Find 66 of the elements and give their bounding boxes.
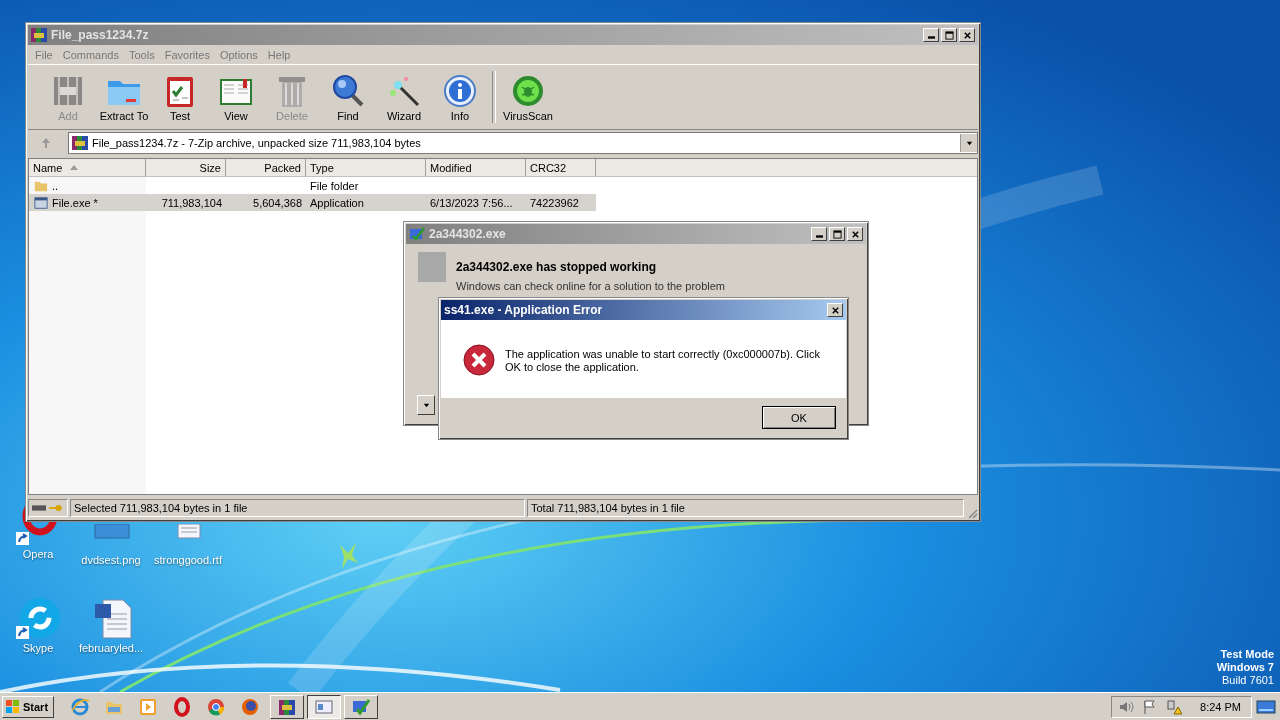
table-cell: File folder	[310, 179, 359, 192]
window-title: ss41.exe - Application Error	[444, 303, 604, 317]
close-icon	[850, 229, 860, 239]
build-info-text: Test Mode	[1220, 648, 1274, 661]
chrome-icon[interactable]	[206, 696, 226, 717]
table-cell: 711,983,104	[161, 196, 222, 209]
minimize-icon	[815, 235, 823, 238]
column-header[interactable]: Size	[146, 159, 226, 176]
table-cell: 5,604,368	[253, 196, 302, 209]
app-icon	[409, 226, 425, 242]
close-icon	[962, 30, 972, 40]
network-warning-icon[interactable]	[1166, 698, 1183, 715]
build-info-text: Windows 7	[1216, 661, 1274, 674]
window-title: File_pass1234.7z	[51, 28, 150, 42]
info-button[interactable]: Info	[432, 72, 488, 122]
window-title: 2a344302.exe	[429, 227, 507, 241]
sort-arrow-icon	[70, 164, 79, 171]
application-file-icon	[33, 195, 49, 210]
table-cell: 74223962	[530, 196, 579, 209]
error-message: The application was unable to start correctly (0xc000007b). Click OK to close the application.	[505, 347, 821, 375]
show-desktop-icon[interactable]	[1256, 698, 1276, 715]
table-cell: Application	[310, 196, 364, 209]
close-icon	[830, 305, 840, 315]
column-header[interactable]: Packed	[226, 159, 306, 176]
opera-icon[interactable]	[172, 696, 192, 717]
table-cell[interactable]: File.exe *	[52, 196, 98, 209]
status-text: Selected 711,983,104 bytes in 1 file	[70, 499, 525, 517]
test-button[interactable]: Test	[152, 72, 208, 122]
info-icon	[442, 72, 478, 109]
wizard-button[interactable]: Wizard	[376, 72, 432, 122]
archive-app-icon	[31, 27, 47, 43]
close-button[interactable]	[827, 303, 843, 317]
maximize-icon	[944, 30, 954, 40]
column-header[interactable]: Name	[29, 159, 146, 176]
table-cell: 6/13/2023 7:56...	[430, 196, 513, 209]
extract-button[interactable]: Extract To	[96, 72, 152, 122]
skype-icon[interactable]	[16, 596, 60, 640]
status-text: Total 711,983,104 bytes in 1 file	[527, 499, 964, 517]
wallpaper-emblem-icon	[340, 543, 358, 569]
dialog-message: Windows can check online for a solution to the problem	[456, 280, 726, 292]
view-button[interactable]: View	[208, 72, 264, 122]
virusscan-button[interactable]: VirusScan	[500, 72, 556, 122]
resize-grip-icon[interactable]	[966, 507, 978, 519]
archive-icon	[72, 135, 88, 151]
drive-icon	[32, 504, 46, 512]
column-header[interactable]: Type	[306, 159, 426, 176]
details-toggle-button[interactable]	[417, 395, 435, 415]
error-icon	[463, 344, 495, 376]
windows-logo-icon	[5, 698, 21, 715]
column-header[interactable]: CRC32	[526, 159, 596, 176]
column-header[interactable]: Modified	[426, 159, 526, 176]
taskbar-window-button[interactable]	[307, 694, 341, 719]
key-icon	[49, 504, 63, 512]
program-icon	[418, 252, 446, 282]
address-field[interactable]: File_pass1234.7z - 7-Zip archive, unpacked size 711,983,104 bytes	[68, 132, 978, 154]
start-button[interactable]: Start	[2, 695, 54, 718]
table-cell[interactable]: ..	[52, 179, 59, 192]
dialog-heading: 2a344302.exe has stopped working	[456, 260, 658, 274]
clock[interactable]: 8:24 PM	[1200, 700, 1241, 713]
maximize-icon	[832, 229, 842, 239]
firefox-icon[interactable]	[240, 696, 260, 717]
minimize-icon	[927, 36, 935, 39]
build-info-text: Build 7601	[1222, 674, 1274, 687]
search-icon	[330, 72, 366, 109]
ok-button[interactable]: OK	[762, 406, 836, 429]
find-button[interactable]: Find	[320, 72, 376, 122]
